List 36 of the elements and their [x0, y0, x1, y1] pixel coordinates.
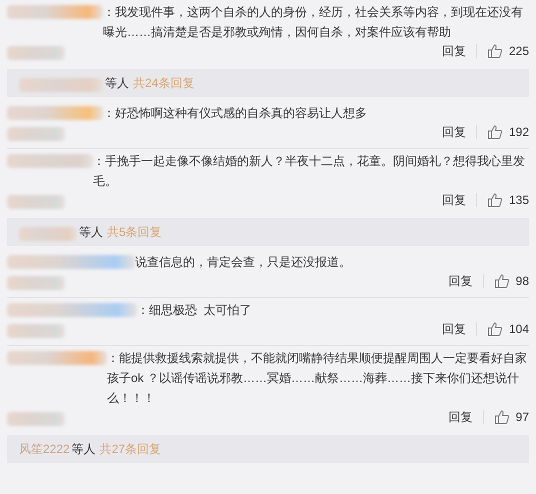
comment-text: 说查信息的，肯定会查，只是还没报道。 [135, 254, 352, 271]
like-count: 104 [508, 321, 529, 338]
replies-summary[interactable]: 等人 共5条回复 [7, 218, 529, 246]
blurred-timestamp [7, 46, 65, 60]
like-count: 192 [508, 124, 529, 141]
like-count: 97 [516, 409, 529, 426]
comment-text: ：好恐怖啊这种有仪式感的自杀真的容易让人想多 [103, 105, 368, 122]
comment-text: ：能提供救援线索就提供，不能就闭嘴静待结果顺便提醒周围人一定要看好自家孩子ok ？以谣传谣说邪教……冥婚……献祭……海葬……接下来你们还想说什么！！！ [107, 350, 528, 407]
reply-link[interactable]: 回复 [448, 274, 484, 288]
replies-summary[interactable]: 等人 共24条回复 [7, 69, 529, 97]
blurred-timestamp [7, 276, 65, 290]
reply-link[interactable]: 回复 [442, 322, 477, 336]
reply-link[interactable]: 回复 [448, 410, 484, 424]
others-label: 等人 [79, 224, 103, 241]
thumbs-up-icon[interactable] [486, 43, 503, 59]
thumbs-up-icon[interactable] [494, 409, 510, 425]
blurred-timestamp [7, 126, 65, 140]
others-label: 等人 [105, 75, 129, 92]
others-label: 等人 [72, 441, 96, 458]
reply-link[interactable]: 回复 [442, 193, 477, 207]
like-count: 135 [508, 192, 529, 209]
reply-link[interactable]: 回复 [442, 125, 477, 139]
thumbs-up-icon[interactable] [486, 321, 503, 337]
thumbs-up-icon[interactable] [494, 273, 510, 289]
reply-link[interactable]: 回复 [442, 44, 477, 58]
like-count: 98 [516, 273, 529, 290]
blurred-username [19, 226, 77, 240]
like-count: 225 [508, 43, 529, 60]
thumbs-up-icon[interactable] [486, 124, 503, 140]
comment-text: ：我发现件事，这两个自杀的人的身份，经历，社会关系等内容，到现在还没有曝光……搞清楚是否是邪教或殉情，因何自杀，对案件应该有帮助 [103, 4, 524, 41]
blurred-timestamp [7, 324, 65, 338]
blurred-timestamp [7, 412, 65, 426]
thumbs-up-icon[interactable] [486, 192, 503, 208]
blurred-timestamp [7, 194, 65, 208]
comment-text: ：细思极恐 太可怕了 [137, 302, 253, 319]
comment-text: ：手挽手一起走像不像结婚的新人？半夜十二点，花童。阴间婚礼？想得我心里发毛。 [93, 153, 526, 190]
